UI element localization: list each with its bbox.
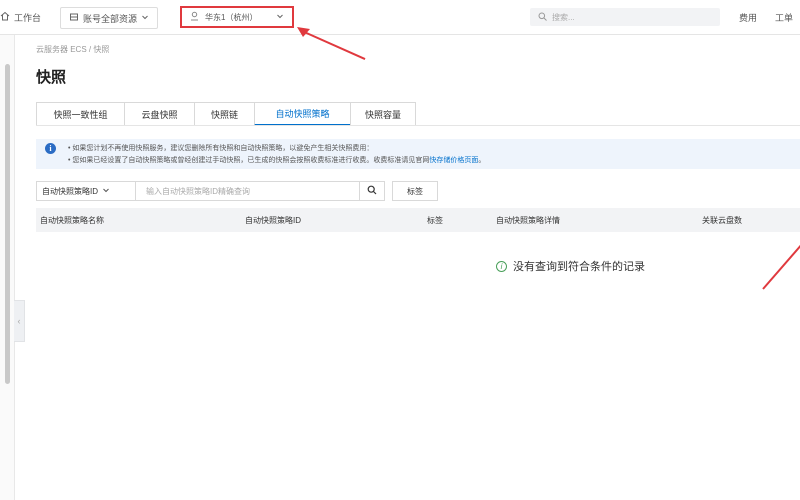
- tag-filter-button[interactable]: 标签: [392, 181, 438, 201]
- policy-id-search-input[interactable]: 输入自动快照策略ID精确查询: [136, 181, 360, 201]
- workbench-link[interactable]: 工作台: [0, 8, 41, 26]
- column-header-tags: 标签: [427, 216, 443, 225]
- location-icon: [190, 11, 199, 23]
- pricing-page-link[interactable]: 快存储价格页面: [429, 157, 478, 164]
- chevron-down-icon: [141, 13, 149, 23]
- policy-id-search-placeholder: 输入自动快照策略ID精确查询: [146, 186, 250, 196]
- info-notice: i • 如果您计划不再使用快照服务，建议您删除所有快照和自动快照策略，以避免产生…: [36, 139, 800, 169]
- breadcrumb: 云服务器 ECS / 快照: [36, 45, 110, 54]
- tab-auto-snapshot-policy[interactable]: 自动快照策略: [254, 102, 351, 126]
- chevron-down-icon: [276, 12, 284, 22]
- info-icon: i: [45, 143, 56, 154]
- empty-state: i 没有查询到符合条件的记录: [496, 258, 645, 274]
- search-button[interactable]: [359, 181, 385, 201]
- notice-line-1: • 如果您计划不再使用快照服务，建议您删除所有快照和自动快照策略，以避免产生相关…: [68, 145, 374, 152]
- tab-snapshot-capacity[interactable]: 快照容量: [350, 102, 416, 126]
- tab-consistency-group[interactable]: 快照一致性组: [36, 102, 125, 126]
- notice-line-2-text: 您如果已经设置了自动快照策略或曾经创建过手动快照，已生成的快照会按照收费标准进行…: [72, 157, 430, 164]
- notice-line-2-end: 。: [478, 157, 486, 164]
- tickets-label: 工单: [775, 12, 794, 23]
- column-header-policy-name: 自动快照策略名称: [40, 216, 104, 225]
- chevron-left-icon: ‹: [17, 316, 21, 326]
- tabs-divider: [36, 125, 800, 126]
- column-header-policy-id: 自动快照策略ID: [245, 216, 301, 225]
- info-circle-icon: i: [496, 260, 507, 272]
- search-placeholder: 搜索...: [552, 12, 575, 22]
- page-title: 快照: [36, 69, 67, 86]
- tab-disk-snapshot[interactable]: 云盘快照: [124, 102, 195, 126]
- region-label: 华东1（杭州）: [205, 12, 258, 22]
- tab-snapshot-chain[interactable]: 快照链: [194, 102, 255, 126]
- tab-bar: 快照一致性组 云盘快照 快照链 自动快照策略 快照容量: [36, 102, 416, 126]
- search-icon: [367, 182, 377, 200]
- sidebar-collapse-handle[interactable]: ‹: [14, 300, 25, 342]
- account-resources-label: 账号全部资源: [83, 13, 138, 24]
- notice-line-2: • 您如果已经设置了自动快照策略或曾经创建过手动快照，已生成的快照会按照收费标准…: [68, 157, 486, 164]
- column-header-disk-count: 关联云盘数: [702, 216, 742, 225]
- filter-field-select[interactable]: 自动快照策略ID: [36, 181, 136, 201]
- chevron-down-icon: [102, 186, 110, 196]
- top-navigation-bar: 工作台 账号全部资源 华东1（杭州） 搜索... 费用 工单: [0, 0, 800, 35]
- scrollbar-thumb[interactable]: [5, 64, 10, 384]
- workbench-label: 工作台: [14, 12, 42, 23]
- table-header: 自动快照策略名称 自动快照策略ID 标签 自动快照策略详情 关联云盘数: [36, 208, 800, 232]
- account-resources-dropdown[interactable]: 账号全部资源: [60, 7, 159, 29]
- fees-link[interactable]: 费用: [739, 8, 757, 26]
- notice-line-1-text: 如果您计划不再使用快照服务，建议您删除所有快照和自动快照策略，以避免产生相关快照…: [72, 145, 374, 152]
- resource-icon: [69, 12, 79, 24]
- tickets-link[interactable]: 工单: [775, 8, 793, 26]
- empty-state-text: 没有查询到符合条件的记录: [513, 261, 645, 273]
- home-icon: [0, 11, 10, 23]
- search-icon: [538, 12, 547, 23]
- global-search-input[interactable]: 搜索...: [530, 8, 720, 26]
- column-header-policy-details: 自动快照策略详情: [496, 216, 560, 225]
- filter-field-label: 自动快照策略ID: [42, 186, 98, 196]
- region-selector[interactable]: 华东1（杭州）: [180, 6, 294, 28]
- fees-label: 费用: [739, 12, 758, 23]
